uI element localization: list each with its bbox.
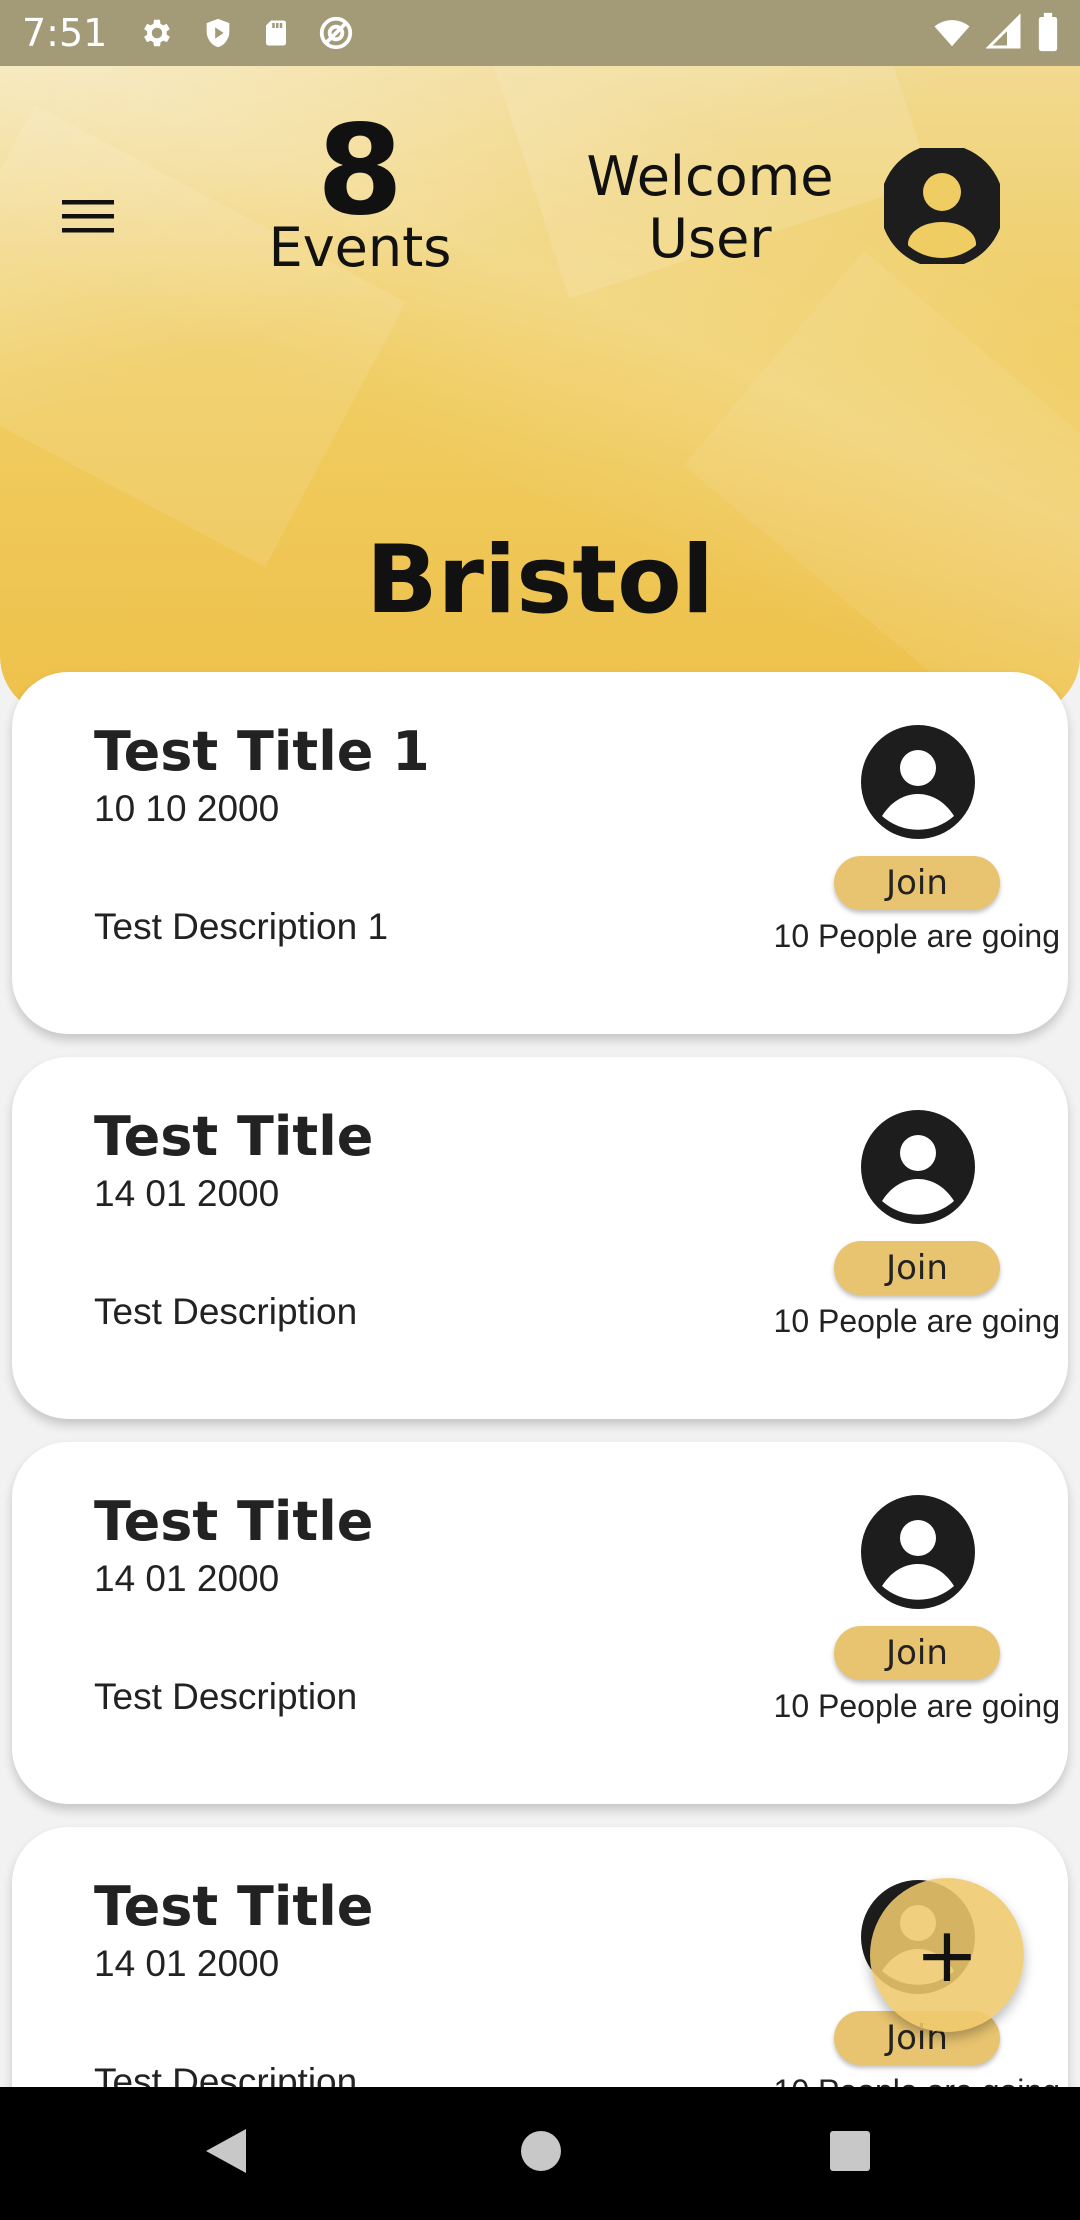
header-pattern: [683, 250, 1080, 716]
join-button[interactable]: Join: [834, 856, 1000, 910]
account-circle-icon: [861, 1495, 975, 1609]
home-button[interactable]: [519, 2127, 563, 2180]
welcome-line: Welcome: [586, 145, 834, 208]
status-bar: 7:51: [0, 0, 1080, 66]
events-label: Events: [268, 216, 452, 279]
shield-icon: [201, 15, 235, 51]
account-circle-icon[interactable]: [880, 144, 1004, 268]
cell-signal-icon: [986, 13, 1022, 51]
event-title: Test Title: [94, 1105, 374, 1168]
event-description: Test Description: [94, 1291, 358, 1332]
welcome-text: Welcome User: [570, 146, 850, 270]
recents-icon[interactable]: [828, 2127, 872, 2175]
account-circle-icon: [861, 725, 975, 839]
event-date: 14 01 2000: [94, 1173, 280, 1214]
event-date: 14 01 2000: [94, 1943, 280, 1984]
join-button[interactable]: Join: [834, 1626, 1000, 1680]
event-date: 10 10 2000: [94, 788, 280, 829]
navigation-bar: [0, 2087, 1080, 2220]
event-card[interactable]: Test Title 14 01 2000 Test Description J…: [12, 1057, 1068, 1419]
home-icon[interactable]: [519, 2127, 563, 2175]
event-title: Test Title: [94, 1875, 374, 1938]
back-icon[interactable]: [204, 2127, 248, 2175]
sd-card-icon: [261, 15, 291, 51]
no-signal-icon: [317, 14, 355, 52]
status-time: 7:51: [22, 11, 108, 55]
join-button[interactable]: Join: [834, 1241, 1000, 1295]
organizer-avatar: [860, 1494, 976, 1610]
attendee-count: 10 People are going: [773, 1688, 1060, 1724]
wifi-icon: [932, 13, 972, 51]
add-event-fab[interactable]: +: [870, 1878, 1024, 2032]
event-description: Test Description: [94, 1676, 358, 1717]
event-date: 14 01 2000: [94, 1558, 280, 1599]
organizer-avatar: [860, 724, 976, 840]
attendee-count: 10 People are going: [773, 1303, 1060, 1339]
menu-button[interactable]: [58, 186, 118, 246]
city-title: Bristol: [366, 526, 714, 635]
back-button[interactable]: [204, 2127, 248, 2180]
event-card[interactable]: Test Title 14 01 2000 Test Description J…: [12, 1442, 1068, 1804]
event-title: Test Title 1: [94, 720, 430, 783]
battery-icon: [1036, 12, 1060, 52]
event-card[interactable]: Test Title 1 10 10 2000 Test Description…: [12, 672, 1068, 1034]
attendee-count: 10 People are going: [773, 918, 1060, 954]
header: 8 Events Welcome User Bristol: [0, 66, 1080, 716]
account-circle-icon: [861, 1110, 975, 1224]
event-description: Test Description 1: [94, 906, 389, 947]
event-title: Test Title: [94, 1490, 374, 1553]
profile-avatar-button[interactable]: [880, 144, 1004, 268]
hamburger-menu-icon[interactable]: [58, 186, 118, 246]
user-name: User: [648, 207, 772, 270]
gear-icon: [139, 15, 175, 51]
recents-button[interactable]: [828, 2127, 872, 2180]
organizer-avatar: [860, 1109, 976, 1225]
add-icon[interactable]: +: [915, 1917, 979, 1993]
